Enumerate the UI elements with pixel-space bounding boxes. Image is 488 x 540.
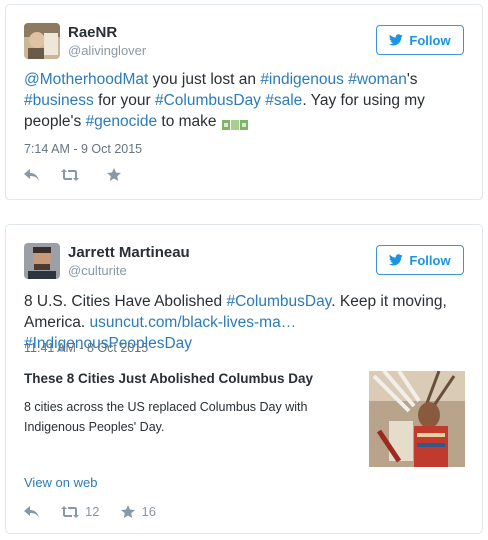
follow-button[interactable]: Follow	[376, 25, 464, 55]
tweet-card-1: RaeNR @alivinglover Follow @MotherhoodMa…	[5, 4, 483, 200]
retweet-icon	[61, 505, 79, 518]
username[interactable]: @culturite	[68, 263, 127, 278]
star-icon	[107, 168, 121, 181]
card-title[interactable]: These 8 Cities Just Abolished Columbus D…	[24, 371, 313, 386]
display-name[interactable]: RaeNR	[68, 24, 117, 41]
display-name[interactable]: Jarrett Martineau	[68, 244, 190, 261]
tweet-text-segment: 's	[406, 71, 418, 88]
retweet-icon	[61, 168, 79, 181]
like-button[interactable]: 16	[121, 504, 156, 519]
reply-icon	[24, 505, 39, 518]
retweet-button[interactable]: 12	[61, 504, 99, 519]
card-thumbnail-image[interactable]	[369, 371, 465, 467]
reply-icon	[24, 168, 39, 181]
emoji-icon	[221, 116, 251, 130]
hashtag-link[interactable]: #ColumbusDay	[226, 293, 331, 310]
like-button[interactable]	[107, 168, 127, 181]
timestamp[interactable]: 11:41 AM - 8 Oct 2015	[24, 341, 148, 355]
follow-label: Follow	[409, 32, 451, 48]
tweet-card-2: Jarrett Martineau @culturite Follow 8 U.…	[5, 224, 483, 534]
tweet-text-segment: 8 U.S. Cities Have Abolished	[24, 293, 227, 310]
twitter-bird-icon	[389, 34, 404, 46]
url-link[interactable]: usuncut.com/black-lives-ma…	[89, 314, 296, 331]
timestamp[interactable]: 7:14 AM - 9 Oct 2015	[24, 142, 142, 156]
card-description: 8 cities across the US replaced Columbus…	[24, 400, 308, 434]
follow-button[interactable]: Follow	[376, 245, 464, 275]
tweet-actions	[24, 168, 149, 181]
mention-link[interactable]: @MotherhoodMat	[24, 71, 148, 88]
tweet-text: @MotherhoodMat you just lost an #indigen…	[24, 69, 466, 132]
hashtag-link[interactable]: #sale	[265, 92, 302, 109]
hashtag-link[interactable]: #indigenous	[260, 71, 344, 88]
like-count: 16	[141, 504, 156, 519]
twitter-bird-icon	[389, 254, 404, 266]
reply-button[interactable]	[24, 168, 39, 181]
star-icon	[121, 505, 136, 518]
tweet-text-segment: you just lost an	[148, 71, 261, 88]
avatar[interactable]	[24, 23, 60, 59]
tweet-actions: 12 16	[24, 504, 178, 519]
hashtag-link[interactable]: #business	[24, 92, 94, 109]
reply-button[interactable]	[24, 505, 39, 518]
hashtag-link[interactable]: #genocide	[86, 113, 158, 130]
retweet-count: 12	[85, 504, 100, 519]
tweet-text-segment: to make	[157, 113, 221, 130]
hashtag-link[interactable]: #woman	[348, 71, 407, 88]
retweet-button[interactable]	[61, 168, 85, 181]
follow-label: Follow	[409, 252, 451, 268]
tweet-text-segment: for your	[93, 92, 155, 109]
hashtag-link[interactable]: #ColumbusDay	[155, 92, 261, 109]
avatar[interactable]	[24, 243, 60, 279]
username[interactable]: @alivinglover	[68, 43, 146, 58]
view-on-web-link[interactable]: View on web	[24, 475, 97, 490]
